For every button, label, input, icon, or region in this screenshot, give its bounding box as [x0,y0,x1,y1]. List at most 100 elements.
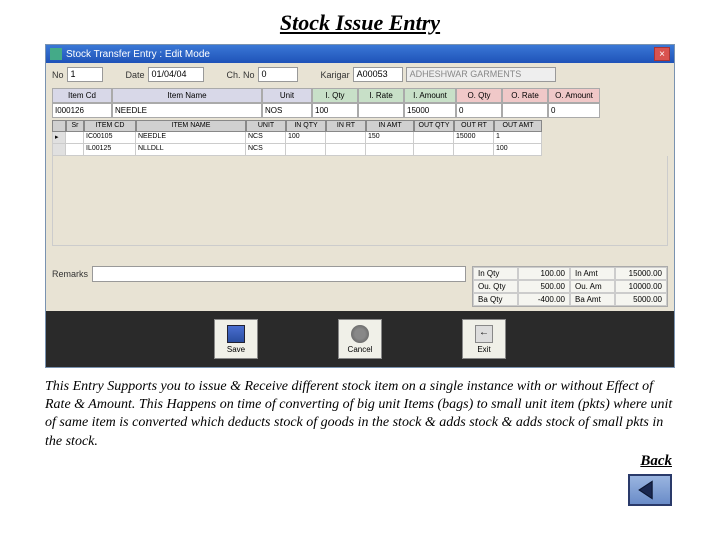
cell-oq[interactable] [414,144,454,156]
cell-unit[interactable]: NCS [246,132,286,144]
gcol-sr: Sr [66,120,84,132]
gcol-oa: OUT AMT [494,120,542,132]
ouqty-label: Ou. Qty [473,280,518,293]
cell-code[interactable]: IL00125 [84,144,136,156]
cell-oa[interactable]: 100 [494,144,542,156]
cell-oa[interactable]: 1 [494,132,542,144]
page-title: Stock Issue Entry [0,10,720,36]
app-window: Stock Transfer Entry : Edit Mode × No 1 … [45,44,675,368]
row-marker-icon: ▸ [52,132,66,144]
cell-ir[interactable] [326,132,366,144]
cell-code[interactable]: IC00105 [84,132,136,144]
cell-name[interactable]: NEEDLE [136,132,246,144]
karigar-input[interactable]: A00053 [353,67,403,82]
entry-iqty[interactable]: 100 [312,103,358,118]
summary-table: In Qty 100.00 In Amt 15000.00 Ou. Qty 50… [472,266,668,307]
ouamt-value: 10000.00 [615,280,667,293]
inamt-value: 15000.00 [615,267,667,280]
ouqty-value: 500.00 [518,280,570,293]
exit-label: Exit [477,345,490,354]
gcol-code: ITEM CD [84,120,136,132]
date-input[interactable]: 01/04/04 [148,67,204,82]
cell-iq[interactable]: 100 [286,132,326,144]
col-unit: Unit [262,88,312,103]
titlebar: Stock Transfer Entry : Edit Mode × [46,45,674,63]
cell-ir[interactable] [326,144,366,156]
entry-name[interactable]: NEEDLE [112,103,262,118]
col-orate: O. Rate [502,88,548,103]
col-itemcd: Item Cd [52,88,112,103]
baamt-label: Ba Amt [570,293,615,306]
col-oamt: O. Amount [548,88,600,103]
close-icon[interactable]: × [654,47,670,61]
baqty-label: Ba Qty [473,293,518,306]
window-title: Stock Transfer Entry : Edit Mode [66,49,210,60]
cell-sr[interactable] [66,132,84,144]
row-marker-icon [52,144,66,156]
entry-unit[interactable]: NOS [262,103,312,118]
cell-or[interactable]: 15000 [454,132,494,144]
gcol-unit: UNIT [246,120,286,132]
header-row: No 1 Date 01/04/04 Ch. No 0 Karigar A000… [46,63,674,86]
gcol-name: ITEM NAME [136,120,246,132]
grid-empty-area [52,156,668,246]
exit-icon [475,325,493,343]
inamt-label: In Amt [570,267,615,280]
cell-ia[interactable] [366,144,414,156]
remarks-input[interactable] [92,266,466,282]
description-text: This Entry Supports you to issue & Recei… [45,378,675,451]
karigar-name: ADHESHWAR GARMENTS [406,67,556,82]
baqty-value: -400.00 [518,293,570,306]
save-label: Save [227,345,245,354]
entry-row: I000126 NEEDLE NOS 100 15000 0 0 [52,103,668,118]
date-label: Date [126,70,145,80]
gcol-oq: OUT QTY [414,120,454,132]
grid-row[interactable]: ▸ IC00105 NEEDLE NCS 100 150 15000 1 [52,132,668,144]
entry-orate[interactable] [502,103,548,118]
cell-or[interactable] [454,144,494,156]
cell-name[interactable]: NLLDLL [136,144,246,156]
chno-input[interactable]: 0 [258,67,298,82]
grid-marker-col [52,120,66,132]
cell-oq[interactable] [414,132,454,144]
entry-header: Item Cd Item Name Unit I. Qty I. Rate I.… [52,88,668,103]
gcol-ir: IN RT [326,120,366,132]
button-bar: Save Cancel Exit [46,311,674,367]
entry-irate[interactable] [358,103,404,118]
no-label: No [52,70,64,80]
cell-iq[interactable] [286,144,326,156]
cancel-button[interactable]: Cancel [338,319,382,359]
entry-code[interactable]: I000126 [52,103,112,118]
col-iqty: I. Qty [312,88,358,103]
cell-ia[interactable]: 150 [366,132,414,144]
back-button[interactable] [628,474,672,506]
app-icon [50,48,62,60]
summary-area: Remarks In Qty 100.00 In Amt 15000.00 Ou… [52,266,668,307]
inqty-label: In Qty [473,267,518,280]
back-arrow-icon [637,479,663,501]
cell-unit[interactable]: NCS [246,144,286,156]
baamt-value: 5000.00 [615,293,667,306]
back-link[interactable]: Back [0,453,672,470]
remarks-label: Remarks [52,269,88,279]
entry-oamt[interactable]: 0 [548,103,600,118]
col-itemname: Item Name [112,88,262,103]
col-iamt: I. Amount [404,88,456,103]
no-input[interactable]: 1 [67,67,103,82]
exit-button[interactable]: Exit [462,319,506,359]
entry-oqty[interactable]: 0 [456,103,502,118]
cell-sr[interactable] [66,144,84,156]
grid-header: Sr ITEM CD ITEM NAME UNIT IN QTY IN RT I… [52,120,668,132]
cancel-icon [351,325,369,343]
inqty-value: 100.00 [518,267,570,280]
grid-row[interactable]: IL00125 NLLDLL NCS 100 [52,144,668,156]
entry-iamt[interactable]: 15000 [404,103,456,118]
save-button[interactable]: Save [214,319,258,359]
ouamt-label: Ou. Am [570,280,615,293]
cancel-label: Cancel [348,345,373,354]
col-irate: I. Rate [358,88,404,103]
gcol-ia: IN AMT [366,120,414,132]
chno-label: Ch. No [227,70,255,80]
save-icon [227,325,245,343]
gcol-iq: IN QTY [286,120,326,132]
